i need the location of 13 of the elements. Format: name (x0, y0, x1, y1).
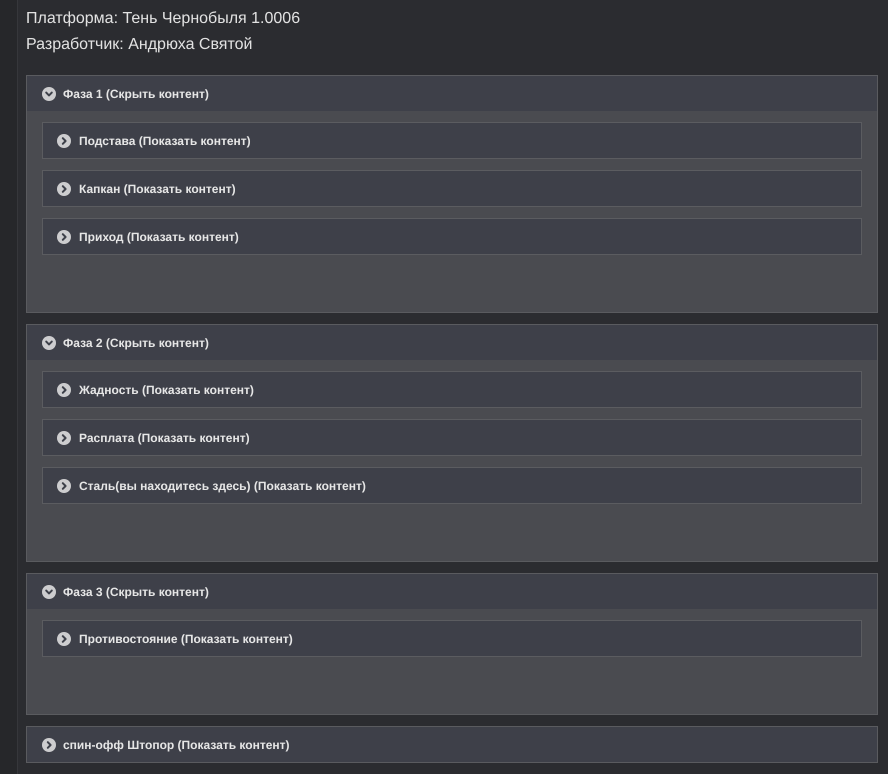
accordion-header[interactable]: Расплата (Показать контент) (42, 419, 862, 456)
accordion-header[interactable]: спин-офф Штопор (Показать контент) (27, 727, 877, 762)
accordion-header[interactable]: Противостояние (Показать контент) (42, 620, 862, 657)
info-text: Разработчик: Андрюха Святой (26, 35, 254, 55)
accordion-header[interactable]: Капкан (Показать контент) (42, 170, 862, 207)
accordion-header[interactable]: Фаза 2 (Скрыть контент) (27, 325, 877, 360)
accordion-header[interactable]: Подстава (Показать контент) (42, 122, 862, 159)
accordion-header[interactable]: Сталь(вы находитесь здесь) (Показать контент) (42, 467, 862, 504)
accordion-header[interactable]: Жадность (Показать контент) (42, 371, 862, 408)
accordion-header[interactable]: Фаза 1 (Скрыть контент) (27, 76, 877, 111)
accordion-header[interactable]: Фаза 3 (Скрыть контент) (27, 574, 877, 609)
accordion-header[interactable]: Приход (Показать контент) (42, 218, 862, 255)
info-text: Платформа: Тень Чернобыля 1.0006 (26, 9, 302, 29)
